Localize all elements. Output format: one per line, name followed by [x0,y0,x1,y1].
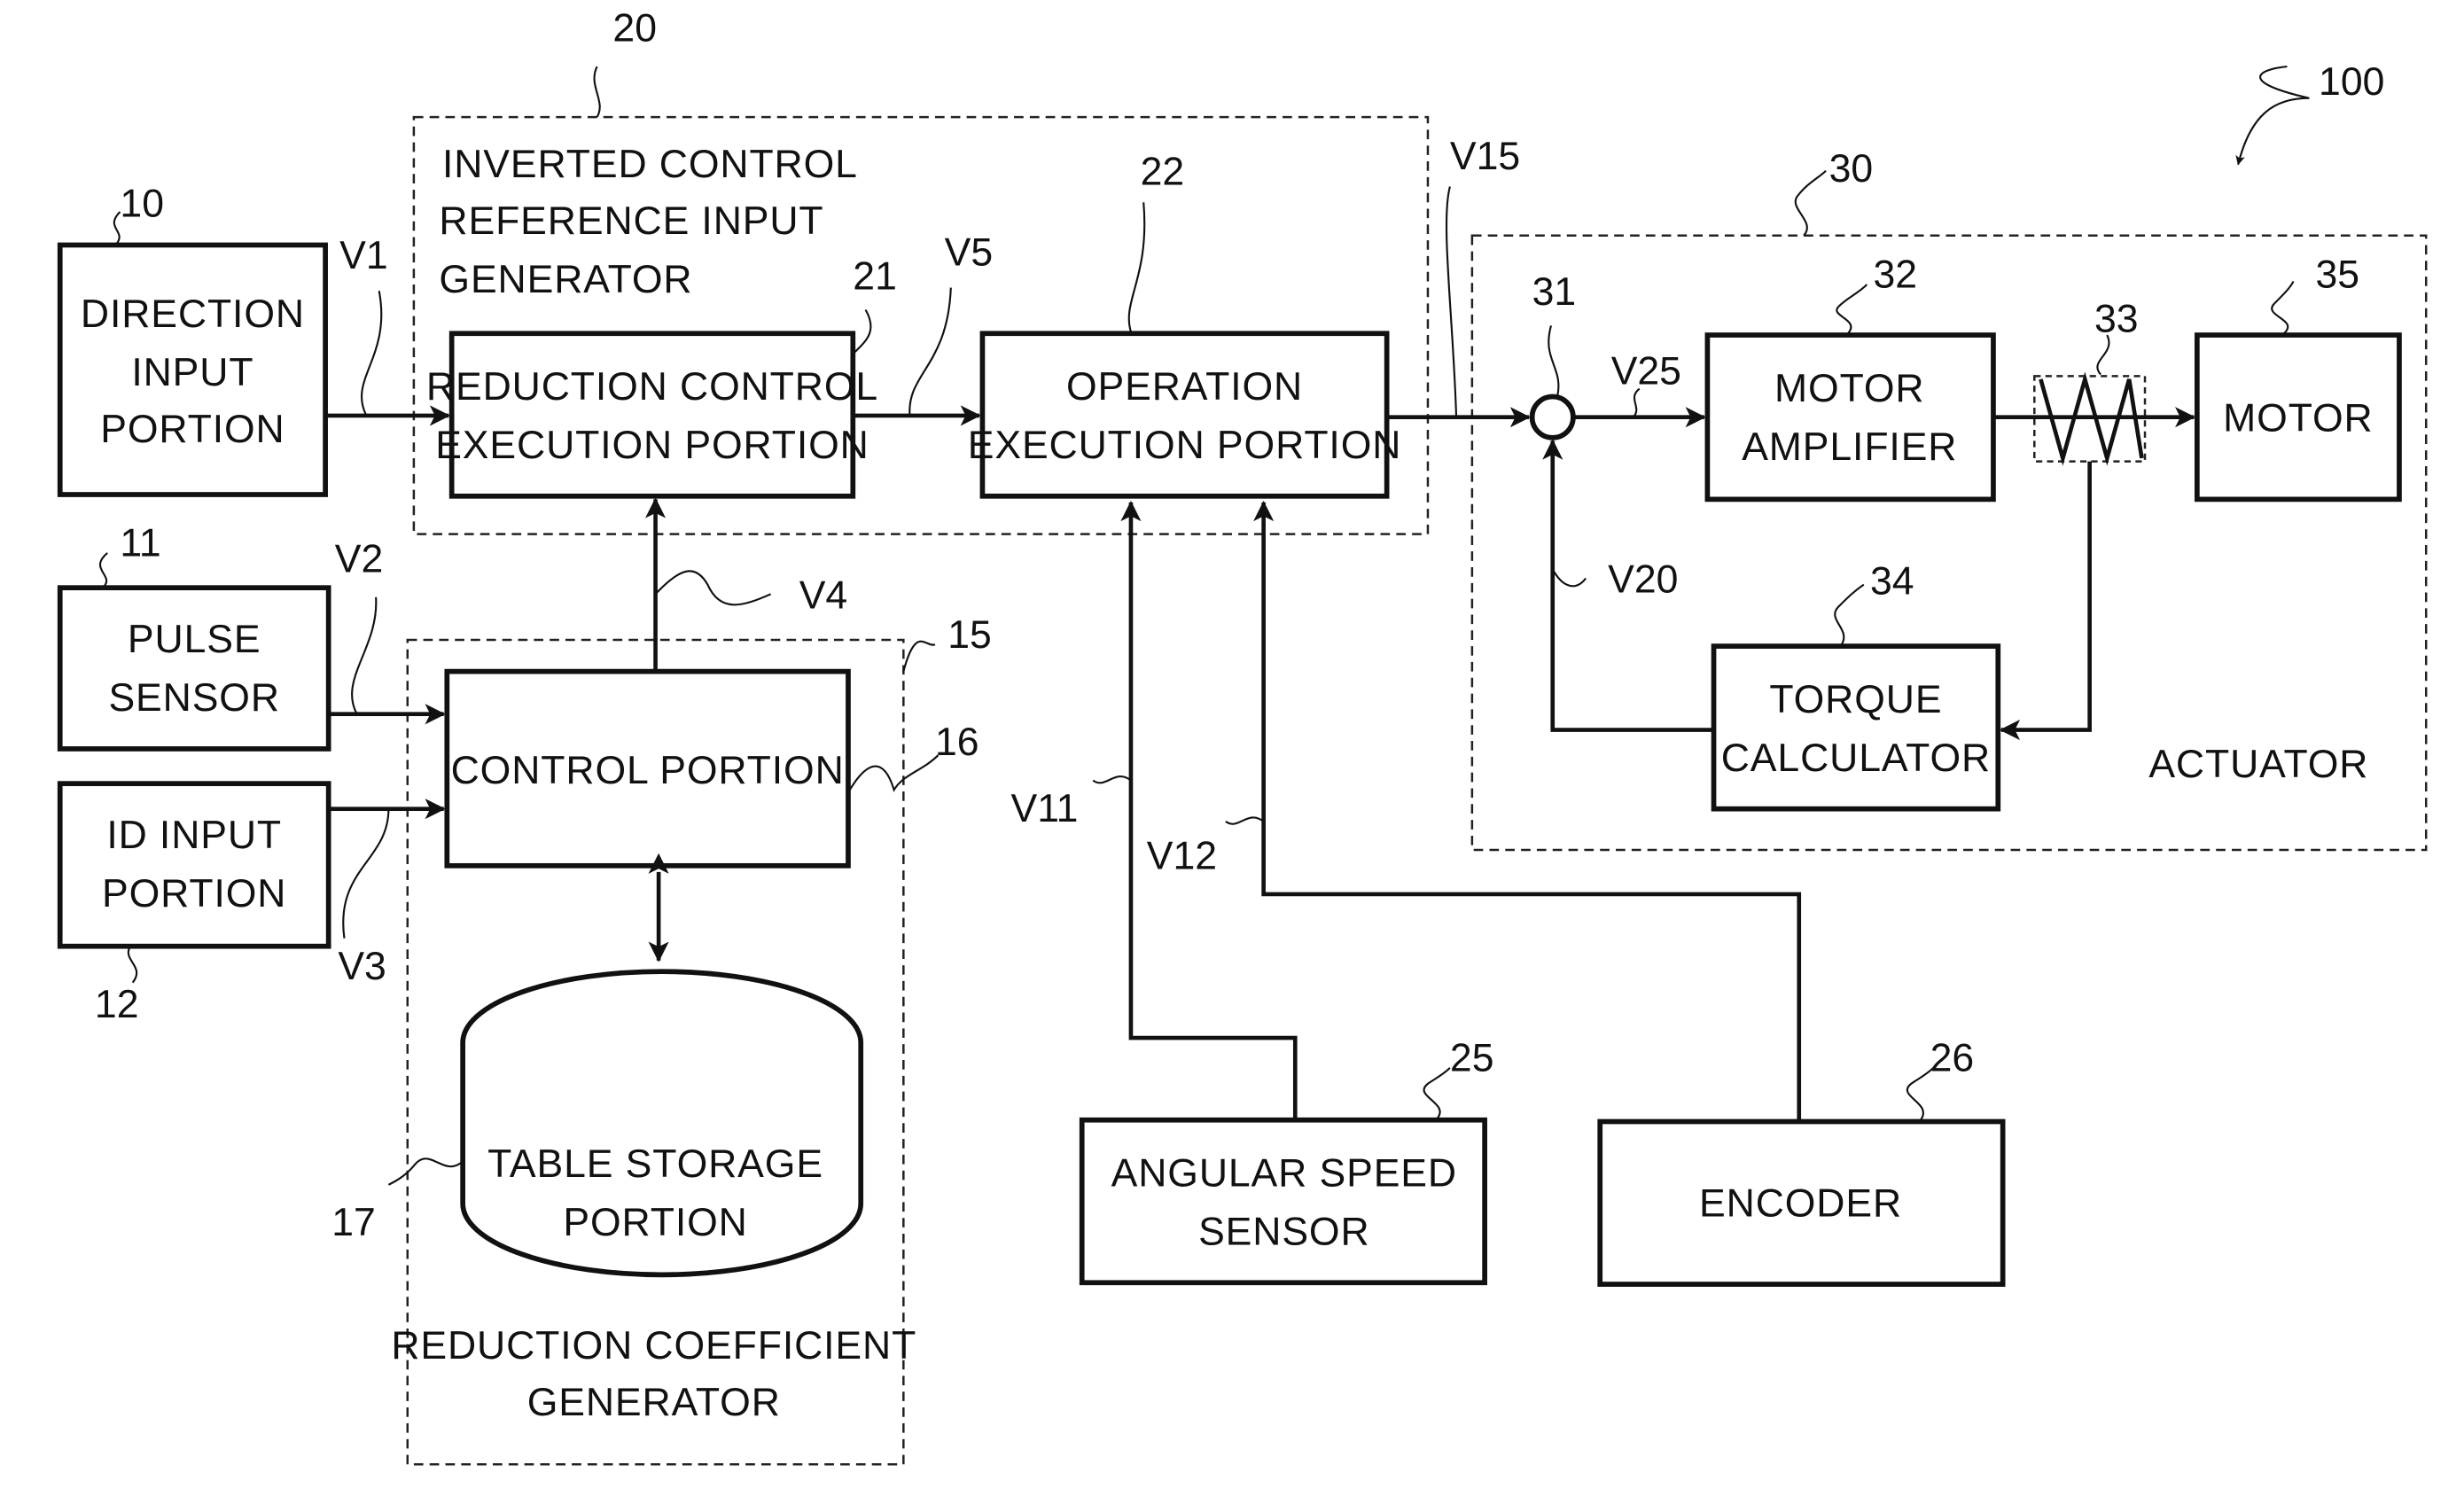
block-label: ID INPUT [106,814,282,857]
group-label-line-2: GENERATOR [527,1381,781,1424]
wire-spring-to-torque [1999,461,2092,741]
numeral-16: 16 [935,721,979,764]
group-label-line-2: REFERENCE INPUT [439,199,823,243]
numeral-22: 22 [1141,151,1185,194]
numeral-21: 21 [853,254,897,298]
block-label: TABLE STORAGE [487,1142,823,1186]
signal-v25: V25 [1611,349,1681,393]
block-label: PULSE [128,618,261,661]
block-label: SENSOR [108,676,279,720]
numeral-11: 11 [120,522,160,565]
signal-v1: V1 [339,234,388,277]
block-table-storage-portion: 17 TABLE STORAGE PORTION [331,969,864,1278]
block-label: PORTION [563,1201,747,1244]
block-operation-execution-portion: 22 OPERATION EXECUTION PORTION [968,151,1402,499]
block-label: AMPLIFIER [1742,425,1957,469]
block-label: EXECUTION PORTION [968,424,1402,467]
block-motor: 35 MOTOR [2194,253,2402,503]
numeral-10: 10 [120,182,164,225]
block-label: PORTION [102,872,286,916]
signal-v15: V15 [1450,135,1520,178]
block-direction-input-portion: 10 DIRECTION INPUT PORTION [57,182,328,497]
numeral-31: 31 [1532,270,1577,314]
signal-v11: V11 [1011,787,1079,830]
block-label: CONTROL PORTION [451,749,845,792]
spring-element: 33 [2033,297,2147,466]
numeral-100: 100 [2319,60,2384,104]
block-label: EXECUTION PORTION [435,424,869,467]
block-label: REDUCTION CONTROL [426,365,878,409]
block-pulse-sensor: 11 PULSE SENSOR [57,522,331,752]
block-angular-speed-sensor: 25 ANGULAR SPEED SENSOR [1079,1036,1494,1286]
numeral-35: 35 [2315,253,2359,297]
group-label-line-3: GENERATOR [439,258,692,301]
block-control-portion: 16 CONTROL PORTION [444,668,979,869]
group-label-line-1: REDUCTION COEFFICIENT [391,1324,916,1368]
signal-v12: V12 [1147,834,1217,877]
block-label: MOTOR [1774,367,1924,410]
block-diagram: 100 20 INVERTED CONTROL REFERENCE INPUT … [57,7,2428,1466]
signal-v5: V5 [945,231,994,275]
numeral-15: 15 [947,613,992,657]
group-label-line-1: INVERTED CONTROL [442,143,858,186]
block-label: OPERATION [1066,365,1303,409]
numeral-25: 25 [1450,1036,1494,1079]
numeral-12: 12 [95,983,139,1026]
figure-reference-100: 100 [2235,60,2384,166]
signal-v3: V3 [338,945,386,988]
numeral-33: 33 [2094,297,2139,340]
wire-v11 [1120,501,1298,1120]
block-label: PORTION [100,408,285,451]
signal-v20: V20 [1608,558,1678,602]
block-encoder: 26 ENCODER [1597,1036,2006,1287]
block-motor-amplifier: 32 MOTOR AMPLIFIER [1704,253,1996,503]
numeral-34: 34 [1870,559,1914,603]
block-label: DIRECTION [81,292,305,336]
numeral-17: 17 [331,1201,376,1244]
block-id-input-portion: 12 ID INPUT PORTION [57,781,331,1026]
numeral-30: 30 [1829,147,1874,191]
block-label: SENSOR [1198,1211,1369,1254]
group-label: ACTUATOR [2148,743,2368,786]
block-label: TORQUE [1769,678,1942,721]
block-label: ANGULAR SPEED [1111,1152,1457,1196]
block-label: INPUT [131,351,253,394]
block-label: CALCULATOR [1721,736,1991,780]
numeral-20: 20 [612,7,657,51]
block-label: ENCODER [1699,1181,1902,1225]
numeral-26: 26 [1930,1036,1975,1079]
signal-v4: V4 [799,573,848,617]
block-torque-calculator: 34 TORQUE CALCULATOR [1711,559,2001,812]
numeral-32: 32 [1874,253,1918,297]
block-label: MOTOR [2223,397,2373,440]
signal-v2: V2 [335,537,384,581]
wire-v12 [1253,501,1802,1122]
summing-junction: 31 [1529,270,1577,440]
